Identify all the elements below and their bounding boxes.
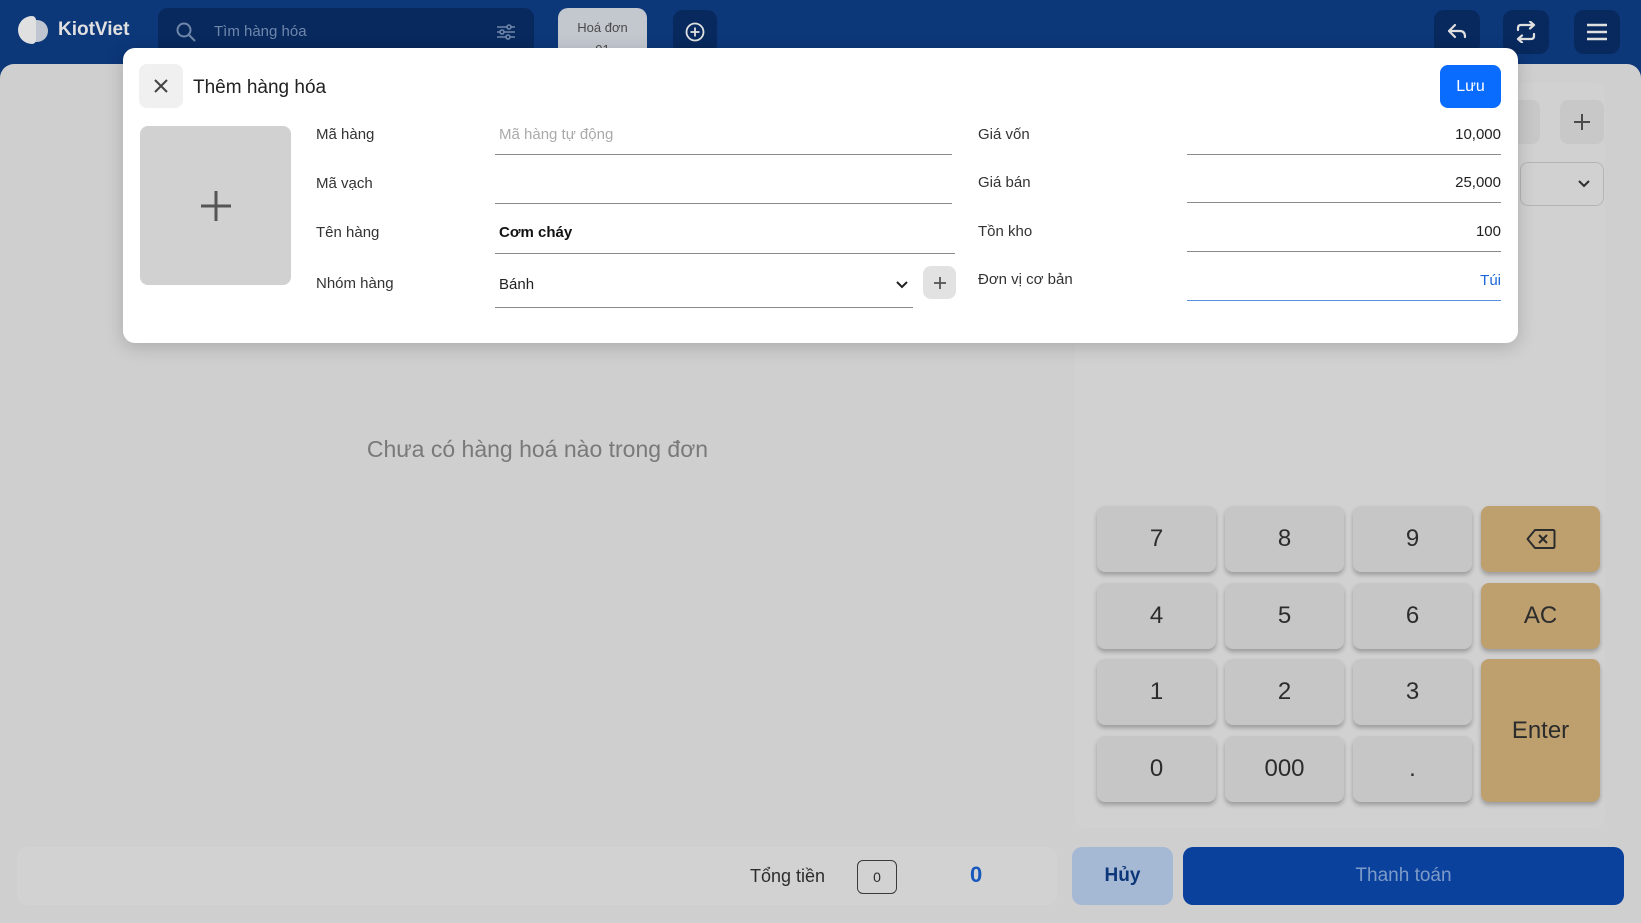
key-1[interactable]: 1 <box>1097 659 1216 725</box>
product-image-upload[interactable] <box>140 126 291 285</box>
add-circle-icon <box>685 22 705 42</box>
total-quantity-badge: 0 <box>857 860 897 894</box>
dialog-title: Thêm hàng hóa <box>193 77 327 98</box>
order-summary-bar <box>17 847 1057 905</box>
checkout-button[interactable]: Thanh toán <box>1183 847 1624 905</box>
stock-input[interactable]: 100 <box>1187 212 1501 252</box>
undo-icon <box>1447 23 1467 39</box>
tab-label: Hoá đơn <box>577 20 628 35</box>
name-input[interactable]: Cơm cháy <box>495 212 955 254</box>
key-7[interactable]: 7 <box>1097 506 1216 572</box>
close-icon <box>154 79 168 93</box>
cost-input[interactable]: 10,000 <box>1187 115 1501 155</box>
key-2[interactable]: 2 <box>1225 659 1344 725</box>
barcode-label: Mã vạch <box>316 175 373 192</box>
app-logo: KiotViet <box>18 14 129 46</box>
key-3[interactable]: 3 <box>1353 659 1472 725</box>
price-input[interactable]: 25,000 <box>1187 163 1501 203</box>
name-label: Tên hàng <box>316 224 380 241</box>
add-group-button[interactable] <box>923 266 956 299</box>
unit-input[interactable]: Túi <box>1187 260 1501 301</box>
key-8[interactable]: 8 <box>1225 506 1344 572</box>
filter-icon[interactable] <box>496 22 516 42</box>
cost-label: Giá vốn <box>978 126 1030 143</box>
key-ac[interactable]: AC <box>1481 583 1600 649</box>
cancel-button[interactable]: Hủy <box>1072 847 1173 905</box>
key-4[interactable]: 4 <box>1097 583 1216 649</box>
total-amount: 0 <box>970 862 983 887</box>
search-icon <box>176 22 196 42</box>
menu-icon <box>1587 23 1607 41</box>
close-dialog-button[interactable] <box>139 64 183 108</box>
code-input[interactable]: Mã hàng tự động <box>495 115 952 155</box>
app-name: KiotViet <box>58 19 130 40</box>
barcode-input[interactable] <box>495 164 952 204</box>
search-placeholder[interactable]: Tìm hàng hóa <box>214 23 307 40</box>
sync-button[interactable] <box>1503 10 1549 54</box>
save-button[interactable]: Lưu <box>1440 65 1501 108</box>
kiotviet-logo-icon <box>18 14 50 46</box>
plus-icon <box>933 276 946 289</box>
key-5[interactable]: 5 <box>1225 583 1344 649</box>
price-list-select[interactable] <box>1520 162 1604 206</box>
key-000[interactable]: 000 <box>1225 736 1344 802</box>
key-0[interactable]: 0 <box>1097 736 1216 802</box>
key-backspace[interactable] <box>1481 506 1600 572</box>
group-label: Nhóm hàng <box>316 275 394 292</box>
chevron-down-icon <box>896 280 908 288</box>
key-6[interactable]: 6 <box>1353 583 1472 649</box>
add-customer-button[interactable] <box>1560 100 1604 144</box>
key-9[interactable]: 9 <box>1353 506 1472 572</box>
code-label: Mã hàng <box>316 126 375 143</box>
empty-order-message: Chưa có hàng hoá nào trong đơn <box>366 436 709 462</box>
plus-icon <box>200 190 231 221</box>
chevron-down-icon <box>1578 180 1590 188</box>
unit-label: Đơn vị cơ bản <box>978 271 1073 288</box>
price-label: Giá bán <box>978 174 1031 191</box>
plus-icon <box>1574 114 1590 130</box>
sync-icon <box>1516 21 1536 43</box>
key-dot[interactable]: . <box>1353 736 1472 802</box>
add-product-dialog: Thêm hàng hóa Lưu Mã hàng Mã hàng tự độn… <box>123 48 1518 343</box>
key-enter[interactable]: Enter <box>1481 659 1600 802</box>
backspace-icon <box>1526 529 1555 549</box>
group-select[interactable]: Bánh <box>495 262 913 308</box>
menu-button[interactable] <box>1574 10 1620 54</box>
total-label: Tổng tiền <box>750 866 826 886</box>
stock-label: Tồn kho <box>978 223 1033 240</box>
group-value: Bánh <box>499 276 535 293</box>
